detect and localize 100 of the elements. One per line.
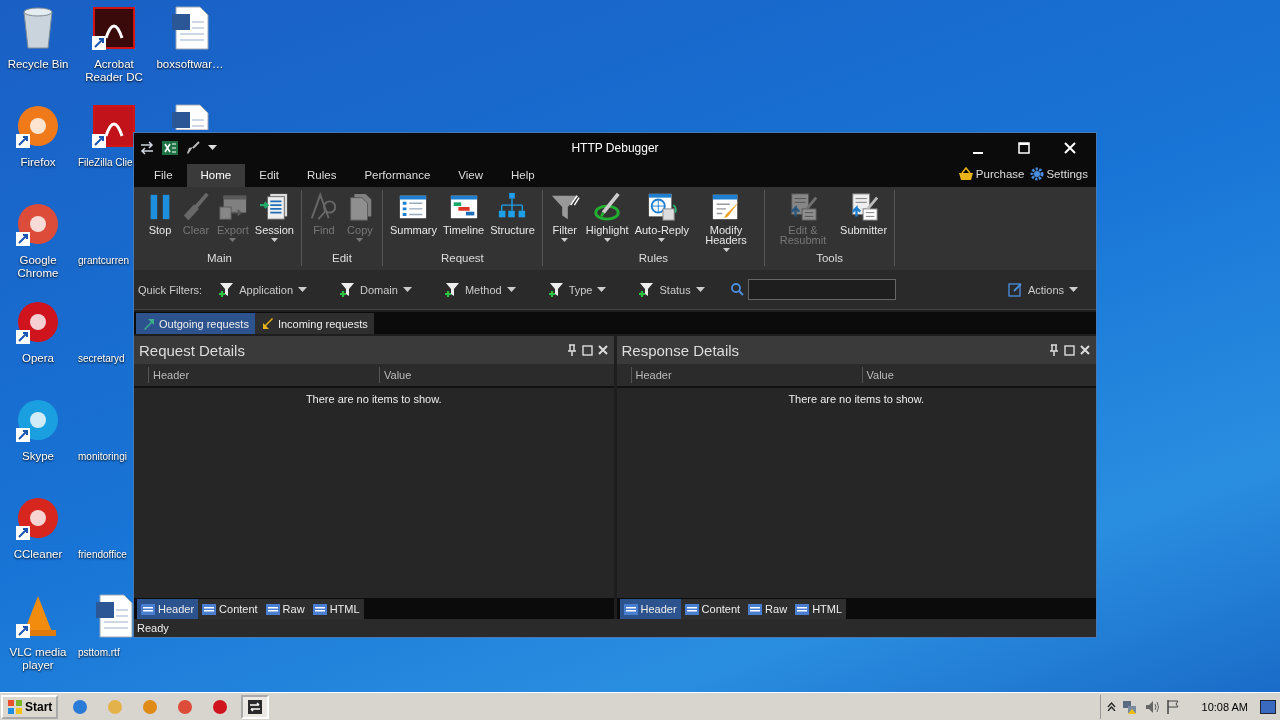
app-icon[interactable] [92,104,136,148]
actions-dropdown[interactable]: Actions [1005,280,1080,299]
arrow-icon [260,316,275,331]
search-icon [730,283,744,296]
form-icon [141,603,155,615]
ribbon-button[interactable]: Modify Headers [692,190,761,252]
ribbon-button[interactable]: Timeline [440,190,488,235]
app-icon[interactable] [92,6,136,50]
maximize-icon[interactable] [581,344,593,356]
caret-icon [356,238,364,242]
settings-icon[interactable] [1030,167,1045,181]
desktop-icon-label[interactable]: grantcurren [78,254,130,267]
ribbon-button[interactable]: Structure [487,190,538,235]
session-tab[interactable]: Outgoing requests [136,313,255,334]
network-icon[interactable] [1121,698,1138,715]
close-icon[interactable] [597,345,608,355]
detail-tab[interactable]: HTML [308,599,364,619]
settings-link[interactable]: Settings [1046,168,1088,180]
globe-icon [646,192,677,222]
desktop-icon-label[interactable]: monitoringi [78,450,127,463]
panel-title: Response Details [621,341,740,359]
app-icon[interactable] [16,496,60,540]
caret-icon [695,287,705,292]
ribbon-tab[interactable]: Rules [293,164,351,187]
document-icon[interactable] [94,594,134,638]
detail-tab[interactable]: Raw [261,599,309,619]
pin-icon[interactable] [1049,344,1059,356]
basket-icon[interactable] [957,167,974,181]
detail-tab[interactable]: Raw [744,599,792,619]
caret-icon[interactable] [208,144,217,151]
status-text: Ready [137,622,169,634]
clock[interactable]: 10:08 AM [1201,700,1248,713]
ribbon-button[interactable]: Session [251,190,297,242]
ribbon-tab[interactable]: Performance [350,164,445,187]
detail-tab[interactable]: Content [198,599,262,619]
ribbon-button[interactable]: Highlight [582,190,632,242]
desktop-icon-label[interactable]: CCleaner [13,548,63,561]
desktop-icon-label[interactable]: Acrobat Reader DC [77,58,151,84]
column-header[interactable]: Header [630,367,862,383]
column-header[interactable]: Value [379,367,614,383]
ribbon-tab[interactable]: File [140,164,187,187]
caret-up-icon[interactable] [1106,702,1116,711]
app-icon[interactable] [16,300,60,344]
show-desktop-button[interactable] [1260,699,1276,714]
desktop-icon-label[interactable]: Firefox [20,156,56,169]
empty-message: There are no items to show. [788,393,925,405]
search-field[interactable] [747,279,896,300]
magnifier-icon [308,192,339,222]
form-icon [202,603,217,615]
desktop-icon-label[interactable]: secretaryd [78,352,125,365]
desktop-icon-label[interactable]: VLC media player [1,646,75,672]
form-icon [623,603,638,615]
desktop-icon-label[interactable]: Recycle Bin [7,58,69,71]
desktop-icon-label[interactable]: Skype [22,450,54,463]
ribbon-button[interactable]: Filter [546,190,583,242]
document-icon[interactable] [170,6,210,50]
pin-icon[interactable] [566,344,577,356]
detail-tab[interactable]: Content [680,599,745,619]
desktop-icon-label[interactable]: friendoffice [78,548,127,561]
ribbon-button[interactable]: Auto-Reply [631,190,693,242]
ribbon-button[interactable]: Stop [142,190,178,235]
filter-dropdown[interactable]: Application [216,279,309,300]
ribbon-group-label: Main [207,252,232,266]
filter-dropdown[interactable]: Status [636,279,707,300]
close-icon[interactable] [1080,345,1090,355]
document-stack-icon [259,192,290,222]
start-button[interactable]: Start [1,694,59,719]
desktop-icon-label[interactable]: psttom.rtf [78,646,120,659]
brush-icon[interactable] [186,140,200,155]
purchase-link[interactable]: Purchase [975,168,1025,180]
column-header[interactable]: Header [148,367,379,383]
desktop-icon-label[interactable]: boxsoftwar… [156,58,224,71]
spreadsheet-icon[interactable] [162,139,178,156]
document-icon[interactable] [170,104,210,130]
ribbon-tab[interactable]: View [444,164,497,187]
ribbon-tab[interactable]: Help [497,164,549,187]
app-icon [106,697,125,716]
taskbar-button[interactable] [241,694,270,719]
maximize-icon[interactable] [1064,344,1075,356]
recycle-bin-icon[interactable] [20,6,56,50]
ribbon-button[interactable]: Summary [386,190,440,235]
desktop-icon-label[interactable]: Opera [22,352,54,365]
detail-tab[interactable]: HTML [791,599,847,619]
filter-dropdown[interactable]: Method [441,279,518,300]
detail-tab[interactable]: Header [619,599,681,619]
detail-tab[interactable]: Header [137,599,199,619]
session-tab[interactable]: Incoming requests [254,313,374,334]
ribbon-button[interactable]: Submitter [837,190,891,235]
column-header[interactable]: Value [861,367,1096,383]
desktop-icon-label[interactable]: FileZilla Clie [78,156,133,169]
form-icon [795,603,810,615]
filter-dropdown[interactable]: Domain [337,279,414,300]
ribbon-tab[interactable]: Home [186,164,246,187]
ribbon-tab[interactable]: Edit [245,164,294,187]
flag-icon[interactable] [1165,698,1180,715]
arrows-icon[interactable] [140,140,154,155]
desktop-icon-label[interactable]: Google Chrome [1,254,75,280]
caret-icon [722,248,730,252]
filter-dropdown[interactable]: Type [545,279,609,300]
caret-icon [270,238,278,242]
